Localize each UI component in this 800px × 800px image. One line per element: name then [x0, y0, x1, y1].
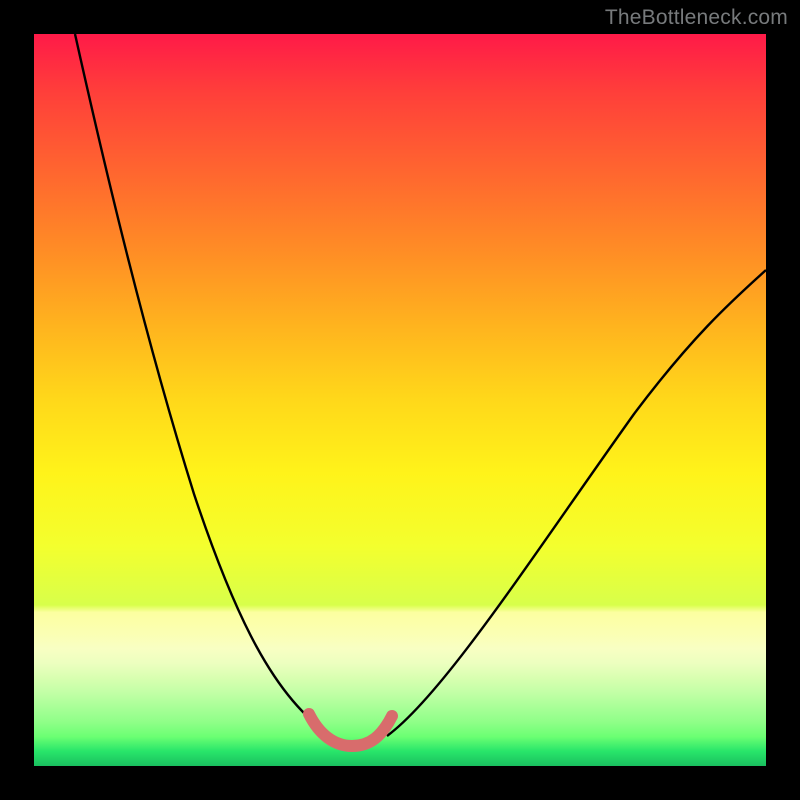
curve-right-branch [387, 270, 766, 736]
curve-left-branch [75, 34, 332, 736]
watermark-text: TheBottleneck.com [605, 6, 788, 30]
chart-frame: TheBottleneck.com [0, 0, 800, 800]
curve-layer [34, 34, 766, 766]
curve-trough-highlight [309, 714, 392, 746]
plot-area [34, 34, 766, 766]
